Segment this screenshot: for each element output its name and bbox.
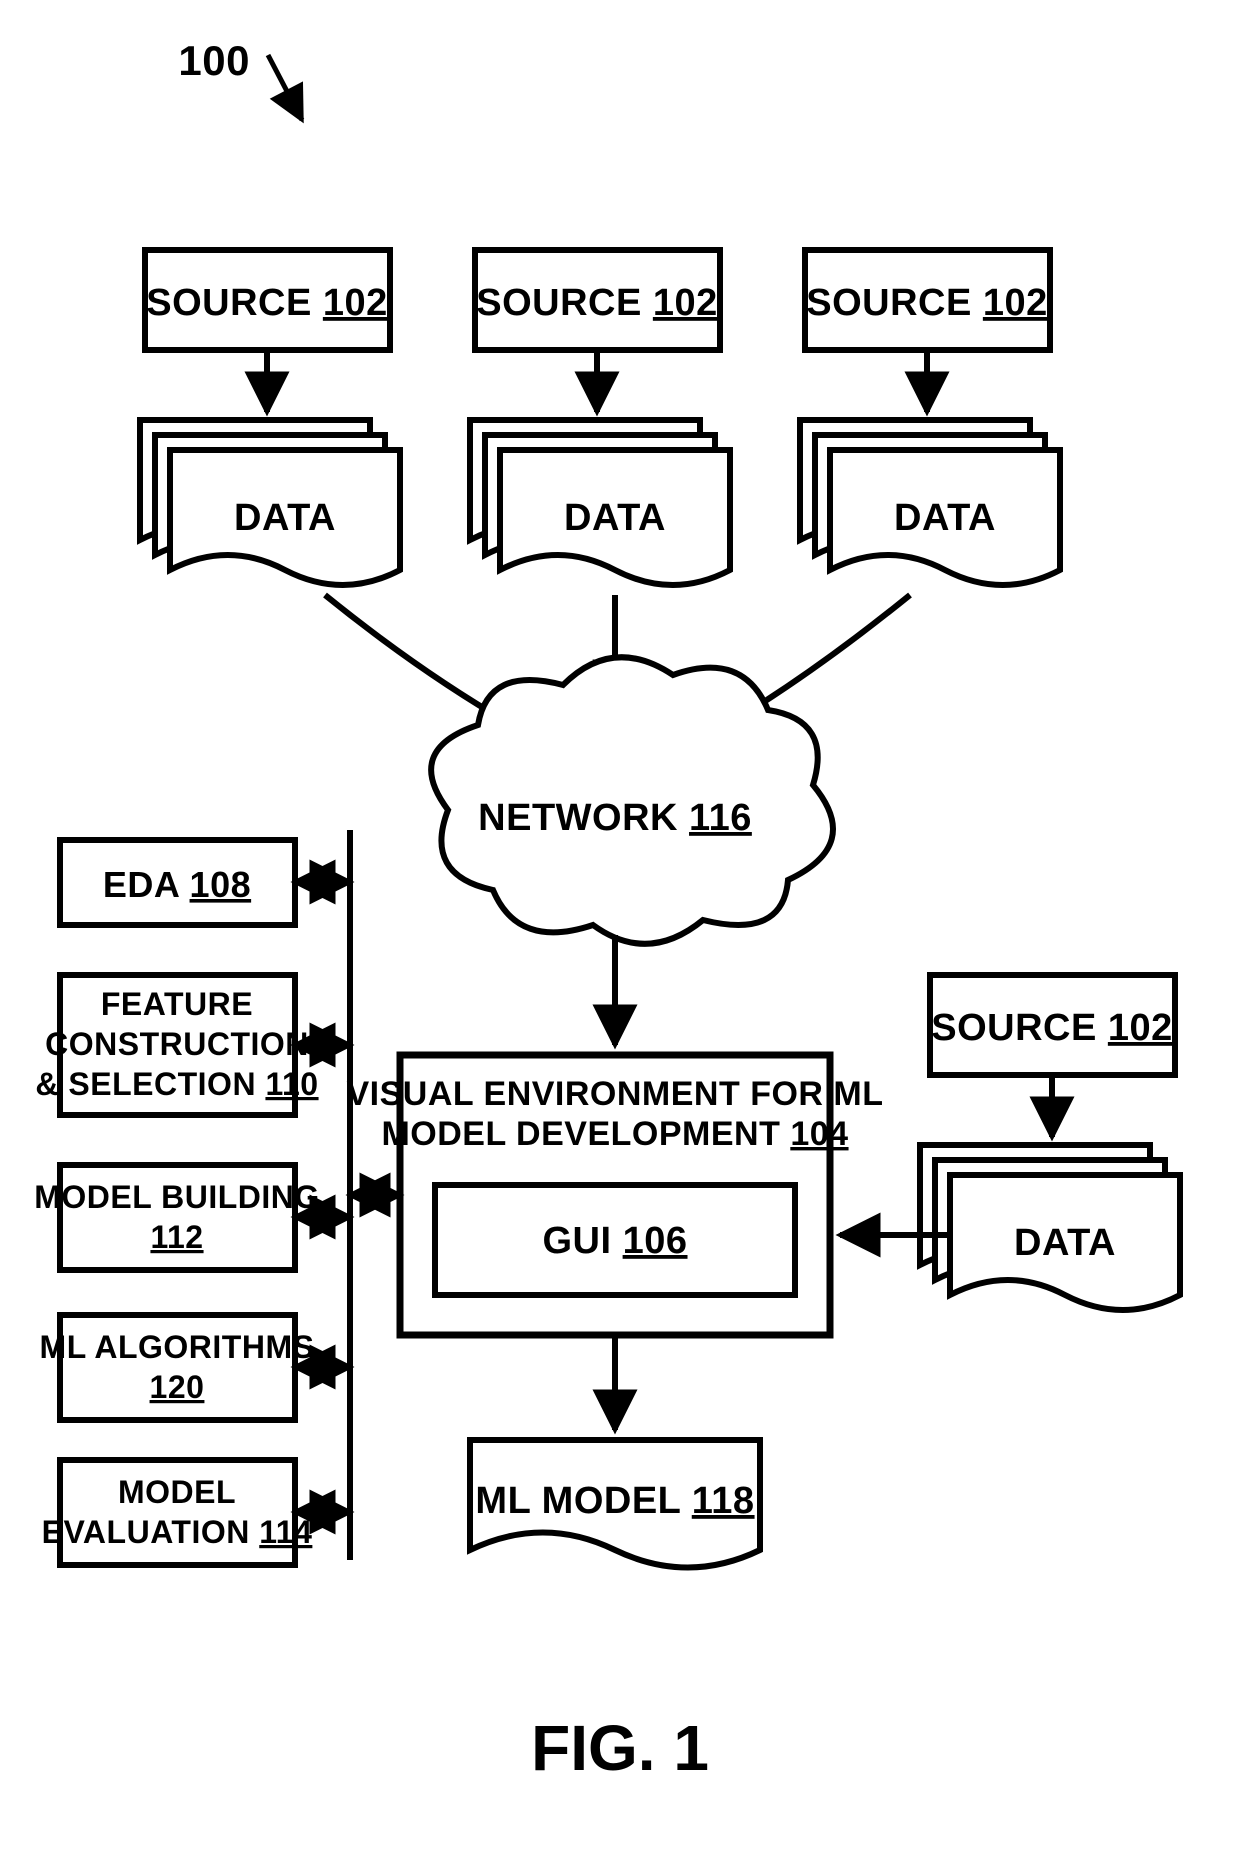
data-stack: DATA — [140, 420, 400, 585]
svg-text:EVALUATION 114: EVALUATION 114 — [42, 1514, 313, 1550]
visual-environment-box: VISUAL ENVIRONMENT FOR ML MODEL DEVELOPM… — [347, 1055, 884, 1335]
svg-text:120: 120 — [150, 1369, 205, 1405]
ml-model-label: ML MODEL 118 — [475, 1480, 754, 1522]
figure-reference: 100 — [178, 37, 302, 120]
network-cloud: NETWORK 116 — [431, 657, 833, 944]
source-column-3: SOURCE 102 DATA — [800, 250, 1060, 585]
data-label: DATA — [894, 497, 996, 539]
side-box-eda: EDA 108 — [60, 840, 350, 925]
svg-text:CONSTRUCTION: CONSTRUCTION — [45, 1026, 309, 1062]
svg-text:EDA 108: EDA 108 — [103, 864, 251, 905]
side-box-feature: FEATURE CONSTRUCTION & SELECTION 110 — [35, 975, 350, 1115]
svg-text:& SELECTION 110: & SELECTION 110 — [35, 1066, 318, 1102]
source-label: SOURCE 102 — [931, 1007, 1173, 1049]
side-box-model-evaluation: MODEL EVALUATION 114 — [42, 1460, 350, 1565]
source-label: SOURCE 102 — [476, 282, 718, 324]
side-box-model-building: MODEL BUILDING 112 — [34, 1165, 350, 1270]
source-column-right: SOURCE 102 DATA — [840, 975, 1180, 1310]
svg-text:MODEL BUILDING: MODEL BUILDING — [34, 1179, 320, 1215]
figure-caption: FIG. 1 — [531, 1712, 709, 1784]
data-stack: DATA — [920, 1145, 1180, 1310]
data-stack: DATA — [470, 420, 730, 585]
svg-text:MODEL: MODEL — [118, 1474, 236, 1510]
data-label: DATA — [1014, 1222, 1116, 1264]
ml-model-doc: ML MODEL 118 — [470, 1440, 760, 1568]
data-stack: DATA — [800, 420, 1060, 585]
figure-ref-number: 100 — [178, 37, 250, 84]
source-label: SOURCE 102 — [146, 282, 388, 324]
source-column-1: SOURCE 102 DATA — [140, 250, 400, 585]
visual-env-line1: VISUAL ENVIRONMENT FOR ML — [347, 1075, 884, 1113]
gui-label: GUI 106 — [542, 1220, 687, 1262]
svg-text:FEATURE: FEATURE — [101, 986, 253, 1022]
svg-text:ML ALGORITHMS: ML ALGORITHMS — [40, 1329, 315, 1365]
svg-text:112: 112 — [150, 1219, 203, 1255]
source-label: SOURCE 102 — [806, 282, 1048, 324]
network-label: NETWORK 116 — [478, 797, 752, 839]
data-label: DATA — [564, 497, 666, 539]
data-label: DATA — [234, 497, 336, 539]
side-box-ml-algorithms: ML ALGORITHMS 120 — [40, 1315, 350, 1420]
source-column-2: SOURCE 102 DATA — [470, 250, 730, 585]
visual-env-line2: MODEL DEVELOPMENT 104 — [381, 1115, 848, 1153]
